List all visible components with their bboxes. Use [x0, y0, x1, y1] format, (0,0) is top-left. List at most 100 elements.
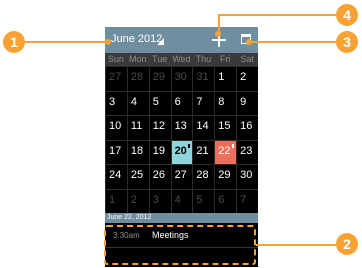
day-number: 7 — [196, 95, 203, 108]
day-number: 7 — [240, 193, 247, 206]
day-cell[interactable]: 24 — [105, 164, 127, 189]
day-cell[interactable]: 6 — [170, 90, 193, 115]
weekday-header: Sun Mon Tue Wed Thu Fri Sat — [105, 53, 258, 66]
day-number: 2 — [130, 193, 137, 206]
day-cell[interactable]: 21 — [192, 139, 215, 164]
day-cell[interactable]: 19 — [148, 139, 171, 164]
day-number: 30 — [240, 169, 253, 181]
day-number: 4 — [174, 193, 181, 206]
day-number: 12 — [152, 120, 165, 132]
day-cell[interactable]: 29 — [148, 66, 171, 91]
event-indicator-icon — [232, 143, 235, 148]
day-number: 10 — [109, 120, 122, 132]
day-number: 22 — [218, 144, 231, 157]
day-cell[interactable]: 11 — [126, 115, 149, 140]
event-indicator-icon — [188, 143, 191, 148]
day-cell[interactable]: 2 — [126, 188, 149, 213]
event-date-header: June 22, 2012 — [105, 213, 258, 223]
callout-3-line — [248, 41, 338, 43]
day-cell[interactable]: 3 — [148, 188, 171, 213]
day-cell[interactable]: 7 — [236, 188, 258, 213]
day-number: 28 — [130, 71, 144, 83]
day-cell-selected[interactable]: 22 — [214, 139, 237, 164]
callout-1-anchor — [105, 39, 111, 45]
day-number: 16 — [240, 120, 253, 132]
callout-4-anchor — [215, 31, 221, 37]
day-number: 24 — [109, 169, 122, 181]
callout-1-line — [18, 41, 108, 43]
day-cell[interactable]: 4 — [126, 90, 149, 115]
weekday-label: Sat — [240, 54, 254, 64]
month-selector[interactable]: June 2012 — [111, 33, 162, 45]
day-number: 29 — [152, 71, 165, 83]
day-cell[interactable]: 7 — [192, 90, 215, 115]
day-number: 5 — [152, 95, 159, 108]
app-bar: June 2012 — [105, 27, 258, 53]
day-number: 8 — [218, 95, 225, 108]
day-number: 23 — [240, 144, 253, 157]
day-number: 27 — [109, 71, 122, 83]
day-number: 18 — [130, 144, 144, 157]
weekday-label: Sun — [107, 54, 124, 64]
day-cell[interactable]: 18 — [126, 139, 149, 164]
day-number: 29 — [218, 169, 231, 181]
day-cell[interactable]: 17 — [105, 139, 127, 164]
weekday-label: Tue — [152, 54, 168, 64]
day-cell[interactable]: 6 — [214, 188, 237, 213]
day-number: 21 — [196, 144, 209, 157]
day-number: 5 — [196, 193, 203, 206]
day-number: 15 — [218, 120, 231, 132]
day-cell[interactable]: 26 — [148, 164, 171, 189]
day-cell-today[interactable]: 20 — [170, 139, 193, 164]
day-number: 9 — [240, 95, 247, 108]
day-cell[interactable]: 27 — [105, 66, 127, 91]
day-cell[interactable]: 29 — [214, 164, 237, 189]
day-cell[interactable]: 3 — [105, 90, 127, 115]
callout-3-anchor — [246, 39, 252, 45]
day-cell[interactable]: 30 — [236, 164, 258, 189]
day-cell[interactable]: 15 — [214, 115, 237, 140]
day-cell[interactable]: 23 — [236, 139, 258, 164]
day-cell[interactable]: 25 — [126, 164, 149, 189]
day-cell[interactable]: 5 — [192, 188, 215, 213]
day-cell[interactable]: 10 — [105, 115, 127, 140]
day-cell[interactable]: 13 — [170, 115, 193, 140]
day-cell[interactable]: 5 — [148, 90, 171, 115]
day-number: 20 — [174, 144, 187, 157]
callout-3-badge: 3 — [336, 31, 358, 53]
event-list-highlight — [104, 225, 256, 265]
day-number: 2 — [240, 71, 247, 83]
day-number: 28 — [196, 169, 209, 181]
day-cell[interactable]: 31 — [192, 66, 215, 91]
day-cell[interactable]: 9 — [236, 90, 258, 115]
callout-2-badge: 2 — [336, 233, 358, 255]
day-number: 1 — [218, 71, 225, 83]
day-number: 13 — [174, 120, 187, 132]
weekday-label: Fri — [219, 54, 231, 64]
callout-4-badge: 4 — [336, 4, 358, 26]
day-cell[interactable]: 4 — [170, 188, 193, 213]
day-cell[interactable]: 28 — [192, 164, 215, 189]
callout-4-line-h — [218, 14, 336, 16]
day-cell[interactable]: 2 — [236, 66, 258, 91]
day-number: 3 — [109, 95, 116, 108]
weekday-label: Mon — [129, 54, 147, 64]
weekday-label: Wed — [172, 54, 191, 64]
day-number: 6 — [174, 95, 181, 108]
day-cell[interactable]: 16 — [236, 115, 258, 140]
day-cell[interactable]: 1 — [105, 188, 127, 213]
day-cell[interactable]: 14 — [192, 115, 215, 140]
day-cell[interactable]: 8 — [214, 90, 237, 115]
day-number: 3 — [152, 193, 159, 206]
day-number: 19 — [152, 144, 165, 157]
day-cell[interactable]: 12 — [148, 115, 171, 140]
day-cell[interactable]: 27 — [170, 164, 193, 189]
day-number: 26 — [152, 169, 165, 181]
day-cell[interactable]: 30 — [170, 66, 193, 91]
dropdown-caret-icon — [157, 38, 164, 45]
day-number: 25 — [130, 169, 144, 181]
day-cell[interactable]: 1 — [214, 66, 237, 91]
weekday-label: Thu — [195, 54, 212, 64]
day-number: 17 — [109, 144, 122, 157]
day-cell[interactable]: 28 — [126, 66, 149, 91]
